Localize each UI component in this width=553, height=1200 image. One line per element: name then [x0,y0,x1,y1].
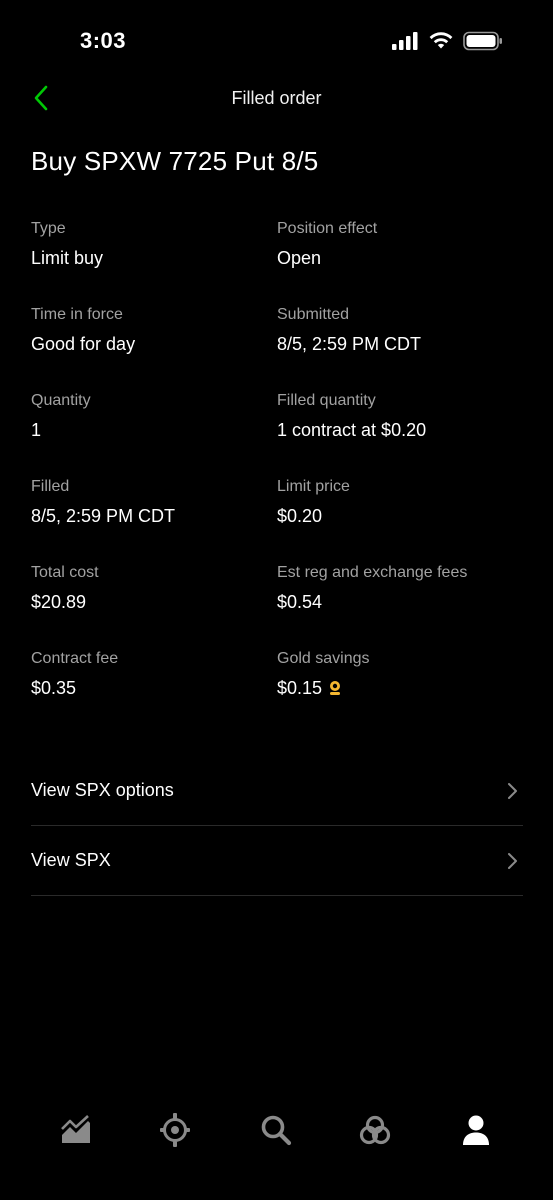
search-icon [261,1115,292,1146]
detail-gold-savings: Gold savings $0.15 [277,648,523,734]
detail-value: $0.54 [277,592,323,612]
detail-label: Quantity [31,392,91,409]
detail-type: Type Limit buy [31,218,277,304]
link-label: View SPX [31,850,111,870]
link-label: View SPX options [31,780,174,800]
status-bar: 3:03 [0,0,553,80]
chevron-right-icon [508,852,517,869]
detail-label: Filled [31,478,70,495]
view-spx-link[interactable]: View SPX [31,826,523,896]
tab-account[interactable] [456,1110,496,1150]
detail-row: Type Limit buy Position effect Open [31,218,523,304]
detail-label: Type [31,220,66,237]
detail-value: 8/5, 2:59 PM CDT [277,334,422,354]
detail-row: Filled 8/5, 2:59 PM CDT Limit price $0.2… [31,476,523,562]
signal-icon [392,32,418,50]
detail-label: Contract fee [31,650,119,667]
tab-bar [0,1100,553,1160]
detail-value: 1 [31,420,42,440]
detail-time-in-force: Time in force Good for day [31,304,277,390]
chevron-right-icon [508,782,517,799]
detail-label: Gold savings [277,650,370,667]
detail-value: Open [277,248,322,268]
tab-network[interactable] [355,1110,395,1150]
detail-label: Time in force [31,306,123,323]
status-time: 3:03 [80,28,127,53]
detail-quantity: Quantity 1 [31,390,277,476]
related-links: View SPX options View SPX [31,756,523,896]
detail-row: Contract fee $0.35 Gold savings $0.15 [31,648,523,734]
detail-value: $20.89 [31,592,87,612]
network-icon [359,1115,391,1145]
tab-options[interactable] [155,1110,195,1150]
detail-est-fees: Est reg and exchange fees $0.54 [277,562,523,648]
view-spx-options-link[interactable]: View SPX options [31,756,523,826]
detail-value: $0.20 [277,506,323,526]
detail-limit-price: Limit price $0.20 [277,476,523,562]
detail-label: Est reg and exchange fees [277,564,468,581]
tab-investing[interactable] [56,1110,96,1150]
detail-submitted: Submitted 8/5, 2:59 PM CDT [277,304,523,390]
detail-label: Total cost [31,564,99,581]
tab-search[interactable] [256,1110,296,1150]
detail-value: Limit buy [31,248,104,268]
detail-filled-quantity: Filled quantity 1 contract at $0.20 [277,390,523,476]
detail-position-effect: Position effect Open [277,218,523,304]
detail-label: Limit price [277,478,350,495]
detail-value: $0.35 [31,678,77,698]
detail-row: Total cost $20.89 Est reg and exchange f… [31,562,523,648]
detail-contract-fee: Contract fee $0.35 [31,648,277,734]
detail-row: Quantity 1 Filled quantity 1 contract at… [31,390,523,476]
detail-label: Submitted [277,306,350,323]
battery-icon [463,31,502,51]
detail-total-cost: Total cost $20.89 [31,562,277,648]
detail-label: Filled quantity [277,392,376,409]
wifi-icon [429,32,453,49]
detail-value: $0.15 [277,678,323,698]
gold-icon [330,681,341,695]
nav-header: Filled order [0,80,553,120]
detail-value: 1 contract at $0.20 [277,420,427,440]
detail-value: 8/5, 2:59 PM CDT [31,506,176,526]
detail-value-row: $0.15 [277,676,523,700]
detail-row: Time in force Good for day Submitted 8/5… [31,304,523,390]
order-title: Buy SPXW 7725 Put 8/5 [31,146,319,176]
page-title: Filled order [231,88,322,108]
detail-label: Position effect [277,220,378,237]
chart-icon [61,1115,90,1143]
order-details: Type Limit buy Position effect Open Time… [31,218,523,734]
detail-filled: Filled 8/5, 2:59 PM CDT [31,476,277,562]
detail-value: Good for day [31,334,136,354]
account-icon [463,1115,489,1145]
options-wheel-icon [160,1113,190,1147]
